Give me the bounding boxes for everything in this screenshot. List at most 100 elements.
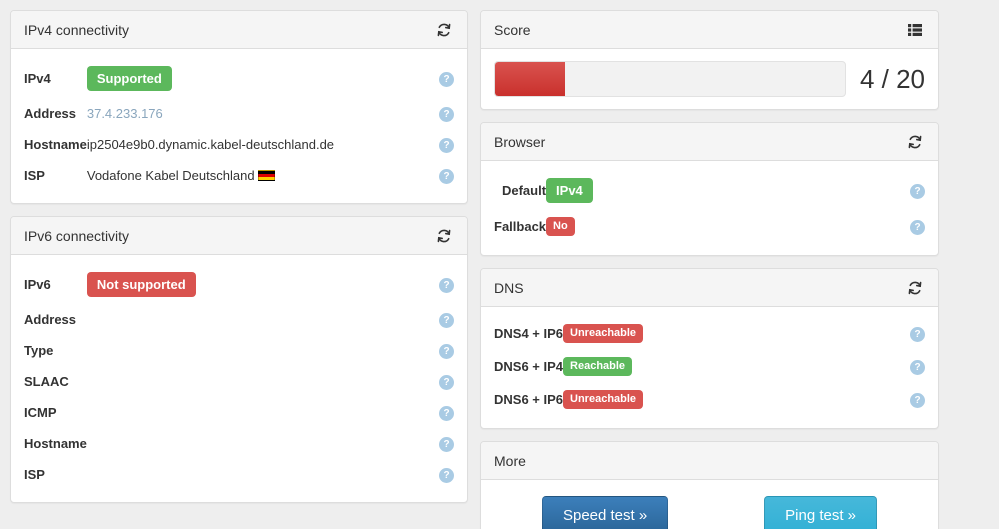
row-label: Type <box>24 343 54 358</box>
table-row: DNS4 + IP6 Unreachable ? <box>494 317 925 350</box>
right-column: Score 4 / 20 Browser Default IPv4 ? Fall… <box>480 10 939 529</box>
status-badge: No <box>546 217 575 236</box>
help-icon[interactable]: ? <box>439 375 454 390</box>
refresh-icon[interactable] <box>434 226 454 246</box>
ipv4-rows: IPv4 Supported ? Address 37.4.233.176 ? … <box>24 59 454 191</box>
panel-ipv4-header: IPv4 connectivity <box>11 11 467 49</box>
panel-more: More Speed test » Ping test » <box>480 441 939 529</box>
help-icon[interactable]: ? <box>910 184 925 199</box>
panel-browser: Browser Default IPv4 ? Fallback No ? <box>480 122 939 256</box>
table-row: Type ? <box>24 335 454 366</box>
row-value: Vodafone Kabel Deutschland <box>87 160 439 191</box>
refresh-icon[interactable] <box>905 132 925 152</box>
row-label: Address <box>24 312 77 327</box>
help-icon[interactable]: ? <box>439 313 454 328</box>
row-label: SLAAC <box>24 374 69 389</box>
help-icon[interactable]: ? <box>439 406 454 421</box>
table-row: DNS6 + IP4 Reachable ? <box>494 350 925 383</box>
ipv4-isp-value: Vodafone Kabel Deutschland <box>86 168 255 183</box>
ipv6-rows: IPv6 Not supported ? Address ? Type ? SL… <box>24 265 454 490</box>
row-value: Unreachable <box>563 317 910 350</box>
status-badge: Reachable <box>563 357 633 376</box>
row-value: No <box>546 210 910 243</box>
panel-ipv6-header: IPv6 connectivity <box>11 217 467 255</box>
row-help: ? <box>439 98 454 129</box>
de-flag-icon <box>257 170 275 181</box>
panel-dns-header: DNS <box>481 269 938 307</box>
panel-score-header: Score <box>481 11 938 49</box>
panel-ipv6-title: IPv6 connectivity <box>24 227 130 244</box>
row-help: ? <box>439 428 454 459</box>
row-help: ? <box>439 459 454 490</box>
ping-test-button[interactable]: Ping test » <box>764 496 878 529</box>
speed-test-button[interactable]: Speed test » <box>541 496 669 529</box>
panel-dns-title: DNS <box>494 279 524 296</box>
help-icon[interactable]: ? <box>439 437 454 452</box>
list-icon[interactable] <box>905 20 925 40</box>
left-column: IPv4 connectivity IPv4 Supported ? Addre… <box>10 10 468 519</box>
panel-browser-header: Browser <box>481 123 938 161</box>
row-label: Address <box>24 106 77 121</box>
table-row: DNS6 + IP6 Unreachable ? <box>494 383 925 416</box>
row-help: ? <box>439 304 454 335</box>
row-help: ? <box>910 171 925 210</box>
status-badge: IPv4 <box>546 178 593 203</box>
row-value: IPv4 <box>546 171 910 210</box>
dns-rows: DNS4 + IP6 Unreachable ? DNS6 + IP4 Reac… <box>494 317 925 416</box>
row-value: Unreachable <box>563 383 910 416</box>
panel-more-title: More <box>494 452 526 469</box>
row-value <box>87 366 439 397</box>
panel-dns-body: DNS4 + IP6 Unreachable ? DNS6 + IP4 Reac… <box>481 307 938 428</box>
refresh-icon[interactable] <box>905 278 925 298</box>
row-help: ? <box>439 366 454 397</box>
row-label: IPv4 <box>24 71 51 86</box>
panel-score: Score 4 / 20 <box>480 10 939 110</box>
table-row: ISP ? <box>24 459 454 490</box>
table-row: Hostname ? <box>24 428 454 459</box>
status-badge: Not supported <box>86 272 196 297</box>
help-icon[interactable]: ? <box>439 344 454 359</box>
browser-rows: Default IPv4 ? Fallback No ? <box>494 171 925 243</box>
row-help: ? <box>910 350 925 383</box>
row-value <box>87 304 439 335</box>
help-icon[interactable]: ? <box>439 468 454 483</box>
ipv4-address-value[interactable]: 37.4.233.176 <box>87 106 163 121</box>
row-help: ? <box>910 210 925 243</box>
row-label: Hostname <box>24 137 87 152</box>
row-label: DNS6 + IP4 <box>494 359 564 374</box>
table-row: IPv6 Not supported ? <box>24 265 454 304</box>
table-row: Default IPv4 ? <box>494 171 925 210</box>
page-root: IPv4 connectivity IPv4 Supported ? Addre… <box>0 0 999 529</box>
score-value-text: 4 / 20 <box>859 64 925 94</box>
row-label: ISP <box>24 467 45 482</box>
panel-browser-title: Browser <box>494 133 546 150</box>
table-row: SLAAC ? <box>24 366 454 397</box>
status-badge: Supported <box>86 66 172 91</box>
help-icon[interactable]: ? <box>910 327 925 342</box>
help-icon[interactable]: ? <box>439 138 454 153</box>
row-value <box>87 459 439 490</box>
row-label: Default <box>501 183 547 198</box>
row-label: DNS6 + IP6 <box>494 392 564 407</box>
help-icon[interactable]: ? <box>439 278 454 293</box>
panel-more-body: Speed test » Ping test » <box>481 480 938 529</box>
table-row: ISP Vodafone Kabel Deutschland ? <box>24 160 454 191</box>
help-icon[interactable]: ? <box>439 169 454 184</box>
refresh-icon[interactable] <box>434 20 454 40</box>
row-label: Hostname <box>24 436 87 451</box>
table-row: Hostname ip2504e9b0.dynamic.kabel-deutsc… <box>24 129 454 160</box>
table-row: Address ? <box>24 304 454 335</box>
row-value <box>87 397 439 428</box>
help-icon[interactable]: ? <box>439 72 454 87</box>
help-icon[interactable]: ? <box>910 220 925 235</box>
row-help: ? <box>439 59 454 98</box>
help-icon[interactable]: ? <box>910 393 925 408</box>
row-label: Fallback <box>494 219 547 234</box>
row-help: ? <box>910 317 925 350</box>
row-help: ? <box>439 129 454 160</box>
status-badge: Unreachable <box>563 324 644 343</box>
score-progress-track <box>494 61 846 97</box>
help-icon[interactable]: ? <box>439 107 454 122</box>
help-icon[interactable]: ? <box>910 360 925 375</box>
row-help: ? <box>910 383 925 416</box>
